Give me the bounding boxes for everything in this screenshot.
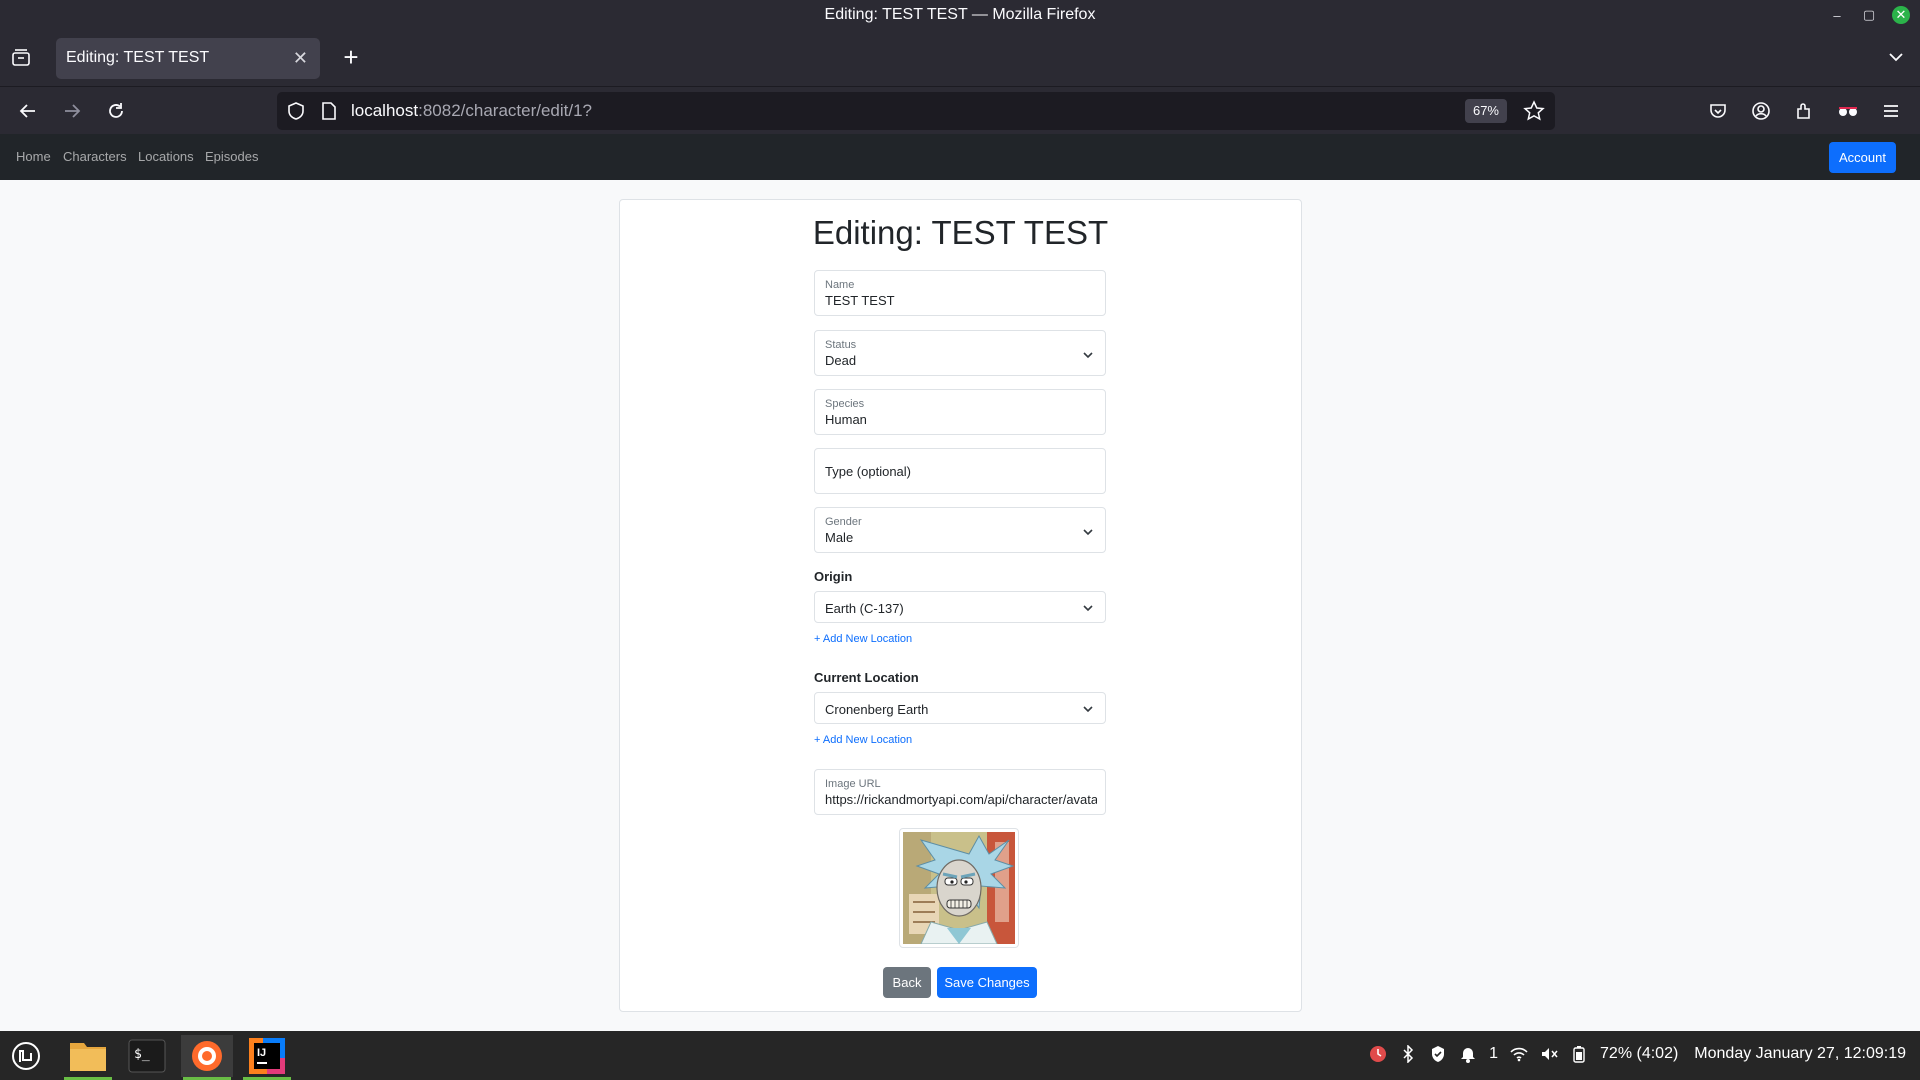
system-tray: 1 72% (4:02) Monday January 27, 12:09:19: [1369, 1045, 1906, 1063]
tab-active[interactable]: Editing: TEST TEST ✕: [56, 38, 320, 79]
type-placeholder: Type (optional): [825, 464, 911, 479]
wifi-icon[interactable]: [1510, 1045, 1528, 1063]
new-tab-icon[interactable]: +: [336, 43, 366, 73]
gender-select[interactable]: Gender Male: [814, 507, 1106, 553]
species-field[interactable]: Species Human: [814, 389, 1106, 435]
character-portrait: [903, 832, 1015, 944]
battery-icon[interactable]: [1570, 1045, 1588, 1063]
species-label: Species: [825, 398, 865, 410]
page-icon[interactable]: [321, 101, 337, 121]
tab-close-icon[interactable]: ✕: [293, 48, 308, 69]
chevron-down-icon: [1083, 528, 1093, 536]
browser-navbar: localhost:8082/character/edit/1? 67%: [0, 86, 1920, 134]
shield-icon[interactable]: [287, 101, 305, 121]
update-manager-icon[interactable]: [1369, 1045, 1387, 1063]
gender-label: Gender: [825, 516, 862, 528]
pocket-icon[interactable]: [1704, 97, 1732, 125]
volume-muted-icon[interactable]: [1540, 1045, 1558, 1063]
add-origin-location-link[interactable]: + Add New Location: [814, 633, 912, 645]
chevron-down-icon: [1083, 604, 1093, 612]
add-current-location-link[interactable]: + Add New Location: [814, 734, 912, 746]
save-changes-button[interactable]: Save Changes: [937, 967, 1037, 998]
close-window-icon[interactable]: ✕: [1892, 6, 1910, 24]
battery-status[interactable]: 72% (4:02): [1600, 1045, 1678, 1063]
nav-link-home[interactable]: Home: [16, 149, 51, 164]
intellij-icon[interactable]: IJ: [241, 1035, 293, 1080]
window-titlebar: Editing: TEST TEST — Mozilla Firefox – ▢…: [0, 0, 1920, 31]
type-field[interactable]: Type (optional): [814, 448, 1106, 494]
current-location-value[interactable]: Cronenberg Earth: [825, 702, 928, 717]
workspace-number[interactable]: 1: [1489, 1045, 1498, 1063]
current-location-select[interactable]: Cronenberg Earth: [814, 692, 1106, 724]
vpn-shield-icon[interactable]: [1429, 1045, 1447, 1063]
taskbar: $_ IJ 1 72% (4:02) Monday January 27, 12…: [0, 1031, 1920, 1080]
extension-glasses-icon[interactable]: [1834, 97, 1862, 125]
origin-select[interactable]: Earth (C-137): [814, 591, 1106, 623]
url-text[interactable]: localhost:8082/character/edit/1?: [351, 101, 592, 121]
name-value[interactable]: TEST TEST: [825, 293, 1097, 308]
notifications-icon[interactable]: [1459, 1045, 1477, 1063]
status-value[interactable]: Dead: [825, 353, 1097, 368]
character-image-preview: [899, 828, 1019, 948]
species-value[interactable]: Human: [825, 412, 1097, 427]
image-url-field[interactable]: Image URL https://rickandmortyapi.com/ap…: [814, 769, 1106, 815]
firefox-icon[interactable]: [181, 1035, 233, 1080]
nav-link-episodes[interactable]: Episodes: [205, 149, 258, 164]
terminal-icon[interactable]: $_: [121, 1035, 173, 1077]
forward-arrow-icon[interactable]: [58, 97, 86, 125]
account-button[interactable]: Account: [1829, 142, 1896, 173]
window-title: Editing: TEST TEST — Mozilla Firefox: [824, 6, 1096, 23]
back-button[interactable]: Back: [883, 967, 931, 998]
hamburger-menu-icon[interactable]: [1877, 97, 1905, 125]
chevron-down-icon: [1083, 351, 1093, 359]
maximize-icon[interactable]: ▢: [1860, 6, 1878, 24]
list-all-tabs-icon[interactable]: [1886, 47, 1906, 67]
name-label: Name: [825, 279, 855, 291]
name-field[interactable]: Name TEST TEST: [814, 270, 1106, 316]
gender-value[interactable]: Male: [825, 530, 1097, 545]
zoom-level-badge[interactable]: 67%: [1464, 99, 1507, 123]
status-label: Status: [825, 339, 857, 351]
back-arrow-icon[interactable]: [14, 97, 42, 125]
origin-label: Origin: [814, 569, 853, 584]
image-url-label: Image URL: [825, 778, 881, 790]
extensions-icon[interactable]: [1790, 97, 1818, 125]
chevron-down-icon: [1083, 705, 1093, 713]
url-bar[interactable]: localhost:8082/character/edit/1? 67%: [277, 92, 1555, 130]
bluetooth-icon[interactable]: [1399, 1045, 1417, 1063]
bookmark-star-icon[interactable]: [1523, 100, 1545, 122]
reload-icon[interactable]: [102, 97, 130, 125]
account-circle-icon[interactable]: [1747, 97, 1775, 125]
window-controls: – ▢ ✕: [1828, 6, 1910, 24]
files-icon[interactable]: [62, 1035, 114, 1080]
clock[interactable]: Monday January 27, 12:09:19: [1694, 1045, 1906, 1063]
app-navbar: Home Characters Locations Episodes Accou…: [0, 134, 1920, 180]
status-select[interactable]: Status Dead: [814, 330, 1106, 376]
image-url-value[interactable]: https://rickandmortyapi.com/api/characte…: [825, 792, 1097, 807]
menu-icon[interactable]: [0, 1035, 52, 1077]
svg-text:$_: $_: [134, 1047, 150, 1062]
tab-title: Editing: TEST TEST: [66, 49, 210, 66]
svg-text:IJ: IJ: [257, 1047, 266, 1059]
nav-link-characters[interactable]: Characters: [63, 149, 127, 164]
page-title: Editing: TEST TEST: [812, 214, 1109, 251]
origin-value[interactable]: Earth (C-137): [825, 601, 904, 616]
tab-strip: Editing: TEST TEST ✕ +: [0, 31, 1920, 86]
minimize-icon[interactable]: –: [1828, 6, 1846, 24]
nav-link-locations[interactable]: Locations: [138, 149, 194, 164]
tab-manager-icon[interactable]: [10, 47, 36, 71]
current-location-label: Current Location: [814, 670, 919, 685]
